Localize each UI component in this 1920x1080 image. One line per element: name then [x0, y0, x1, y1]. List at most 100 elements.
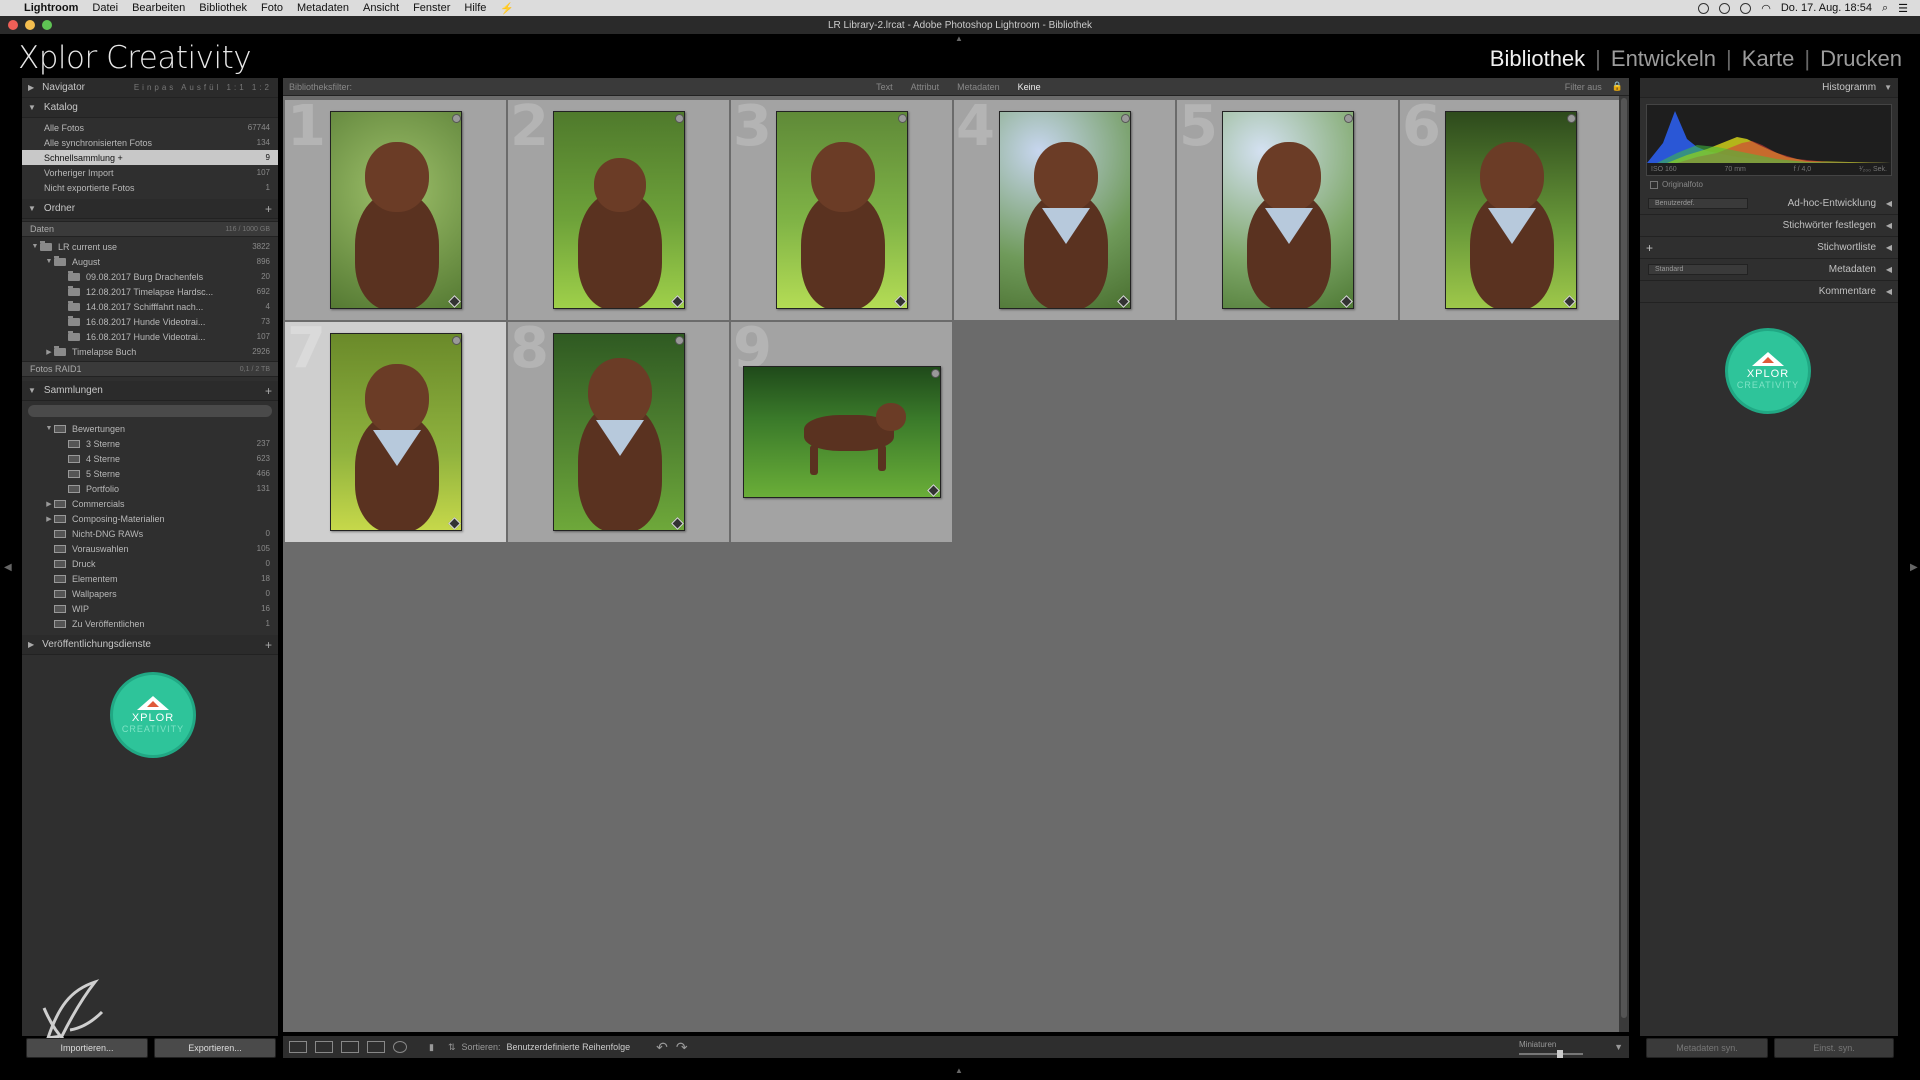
- clock-text[interactable]: Do. 17. Aug. 18:54: [1781, 2, 1872, 14]
- collapsed-triangle-icon[interactable]: ▶: [44, 500, 54, 508]
- wifi-icon[interactable]: ◠: [1761, 2, 1771, 15]
- slider-handle[interactable]: [1557, 1049, 1563, 1058]
- record-icon[interactable]: [1698, 2, 1710, 14]
- lock-icon[interactable]: 🔒: [1612, 81, 1623, 92]
- menu-foto[interactable]: Foto: [261, 2, 283, 14]
- grid-cell[interactable]: 3: [731, 94, 953, 321]
- photo-thumbnail[interactable]: [1444, 111, 1577, 309]
- import-button[interactable]: Importieren...: [26, 1038, 148, 1058]
- grid-cell[interactable]: 8: [508, 316, 730, 543]
- menu-bibliothek[interactable]: Bibliothek: [199, 2, 247, 14]
- volume-daten[interactable]: Daten 116 / 1000 GB: [22, 221, 278, 237]
- navigator-zoom-options[interactable]: Einpas Ausfül 1:1 1:2: [134, 83, 272, 92]
- menu-metadaten[interactable]: Metadaten: [297, 2, 349, 14]
- menu-datei[interactable]: Datei: [92, 2, 118, 14]
- loupe-view-icon[interactable]: [315, 1041, 333, 1053]
- grid-cell[interactable]: 4: [954, 94, 1176, 321]
- add-folder-icon[interactable]: +: [265, 202, 272, 216]
- grid-cell[interactable]: 9: [731, 316, 953, 543]
- collection-druck[interactable]: Druck 0: [22, 556, 278, 571]
- collection-wip[interactable]: WIP 16: [22, 601, 278, 616]
- zoom-window-button[interactable]: [42, 20, 52, 30]
- folder-hunde-videotraining-2[interactable]: 16.08.2017 Hunde Videotrai... 107: [22, 329, 278, 344]
- quick-collection-marker-icon[interactable]: [897, 114, 907, 123]
- histogram-header[interactable]: Histogramm ▼: [1640, 78, 1898, 98]
- menu-bearbeiten[interactable]: Bearbeiten: [132, 2, 185, 14]
- photo-thumbnail[interactable]: [1221, 111, 1354, 309]
- sync-metadata-button[interactable]: Metadaten syn.: [1646, 1038, 1768, 1058]
- quick-collection-marker-icon[interactable]: [1566, 114, 1576, 123]
- grid-cell[interactable]: 6: [1400, 94, 1622, 321]
- folder-timelapse-buch[interactable]: ▶ Timelapse Buch 2926: [22, 344, 278, 359]
- collection-search-input[interactable]: [28, 405, 272, 417]
- compare-view-icon[interactable]: [341, 1041, 359, 1053]
- search-icon[interactable]: ⌕: [1882, 2, 1888, 15]
- photo-thumbnail[interactable]: [998, 111, 1131, 309]
- grid-scrollbar[interactable]: [1619, 96, 1629, 1032]
- comments-header[interactable]: Kommentare ◀: [1640, 281, 1898, 303]
- photo-thumbnail[interactable]: [552, 111, 685, 309]
- collection-nicht-dng-raws[interactable]: Nicht-DNG RAWs 0: [22, 526, 278, 541]
- expanded-triangle-icon[interactable]: ▼: [30, 243, 40, 250]
- folder-august[interactable]: ▼ August 896: [22, 254, 278, 269]
- keywording-header[interactable]: Stichwörter festlegen ◀: [1640, 215, 1898, 237]
- right-panel-toggle-icon[interactable]: ▶: [1910, 562, 1918, 573]
- navigator-header[interactable]: ▶ Navigator Einpas Ausfül 1:1 1:2: [22, 78, 278, 98]
- sort-order-dropdown[interactable]: Benutzerdefinierte Reihenfolge: [507, 1042, 631, 1052]
- katalog-item-vorheriger-import[interactable]: Vorheriger Import 107: [22, 165, 278, 180]
- module-drucken[interactable]: Drucken: [1820, 46, 1902, 72]
- sync-settings-button[interactable]: Einst. syn.: [1774, 1038, 1894, 1058]
- collapsed-triangle-icon[interactable]: ▶: [44, 515, 54, 523]
- photo-thumbnail[interactable]: [329, 111, 462, 309]
- collection-5-sterne[interactable]: 5 Sterne 466: [22, 466, 278, 481]
- add-publish-service-icon[interactable]: +: [265, 638, 272, 652]
- quick-collection-marker-icon[interactable]: [674, 336, 684, 345]
- expanded-triangle-icon[interactable]: ▼: [44, 425, 54, 432]
- sammlungen-header[interactable]: ▼ Sammlungen +: [22, 381, 278, 401]
- katalog-item-nicht-exportiert[interactable]: Nicht exportierte Fotos 1: [22, 180, 278, 195]
- collection-4-sterne[interactable]: 4 Sterne 623: [22, 451, 278, 466]
- folder-hunde-videotraining-1[interactable]: 16.08.2017 Hunde Videotrai... 73: [22, 314, 278, 329]
- katalog-item-schnellsammlung[interactable]: Schnellsammlung + 9: [22, 150, 278, 165]
- list-icon[interactable]: ☰: [1898, 2, 1908, 15]
- collection-set-commercials[interactable]: ▶ Commercials: [22, 496, 278, 511]
- expanded-triangle-icon[interactable]: ▼: [44, 258, 54, 265]
- publish-services-header[interactable]: ▶ Veröffentlichungsdienste +: [22, 635, 278, 655]
- quick-collection-marker-icon[interactable]: [1120, 114, 1130, 123]
- grid-cell[interactable]: 5: [1177, 94, 1399, 321]
- menu-ansicht[interactable]: Ansicht: [363, 2, 399, 14]
- module-karte[interactable]: Karte: [1742, 46, 1795, 72]
- add-keyword-icon[interactable]: +: [1646, 241, 1653, 255]
- original-photo-option[interactable]: Originalfoto: [1640, 176, 1898, 193]
- collection-wallpapers[interactable]: Wallpapers 0: [22, 586, 278, 601]
- rotate-right-icon[interactable]: ↷: [676, 1039, 688, 1056]
- left-panel-toggle-icon[interactable]: ◀: [4, 562, 12, 573]
- keyword-list-header[interactable]: + Stichwortliste ◀: [1640, 237, 1898, 259]
- module-bibliothek[interactable]: Bibliothek: [1490, 46, 1585, 72]
- collection-set-composing[interactable]: ▶ Composing-Materialien: [22, 511, 278, 526]
- menu-hilfe[interactable]: Hilfe: [464, 2, 486, 14]
- quick-develop-header[interactable]: Benutzerdef. Ad-hoc-Entwicklung ◀: [1640, 193, 1898, 215]
- app-menu[interactable]: Lightroom: [24, 2, 78, 14]
- menu-fenster[interactable]: Fenster: [413, 2, 450, 14]
- collection-elementem[interactable]: Elementem 18: [22, 571, 278, 586]
- module-entwickeln[interactable]: Entwickeln: [1611, 46, 1716, 72]
- rotate-left-icon[interactable]: ↶: [656, 1039, 668, 1056]
- metadata-preset-dropdown[interactable]: Standard: [1648, 264, 1748, 275]
- sort-direction-icon[interactable]: ⇅: [448, 1042, 456, 1053]
- filter-metadata[interactable]: Metadaten: [957, 82, 1000, 92]
- original-photo-checkbox[interactable]: [1650, 180, 1658, 189]
- grid-view-icon[interactable]: [289, 1041, 307, 1053]
- grid-cell[interactable]: 7: [285, 316, 507, 543]
- close-window-button[interactable]: [8, 20, 18, 30]
- collection-portfolio[interactable]: Portfolio 131: [22, 481, 278, 496]
- grid-cell[interactable]: 2: [508, 94, 730, 321]
- folder-lr-current-use[interactable]: ▼ LR current use 3822: [22, 239, 278, 254]
- survey-view-icon[interactable]: [367, 1041, 385, 1053]
- painter-icon[interactable]: ▮: [429, 1042, 434, 1053]
- quick-develop-preset-dropdown[interactable]: Benutzerdef.: [1648, 198, 1748, 209]
- people-view-icon[interactable]: [393, 1041, 407, 1053]
- metadata-header[interactable]: Standard Metadaten ◀: [1640, 259, 1898, 281]
- katalog-item-alle-fotos[interactable]: Alle Fotos 67744: [22, 120, 278, 135]
- thumbnail-size-slider[interactable]: [1519, 1049, 1583, 1058]
